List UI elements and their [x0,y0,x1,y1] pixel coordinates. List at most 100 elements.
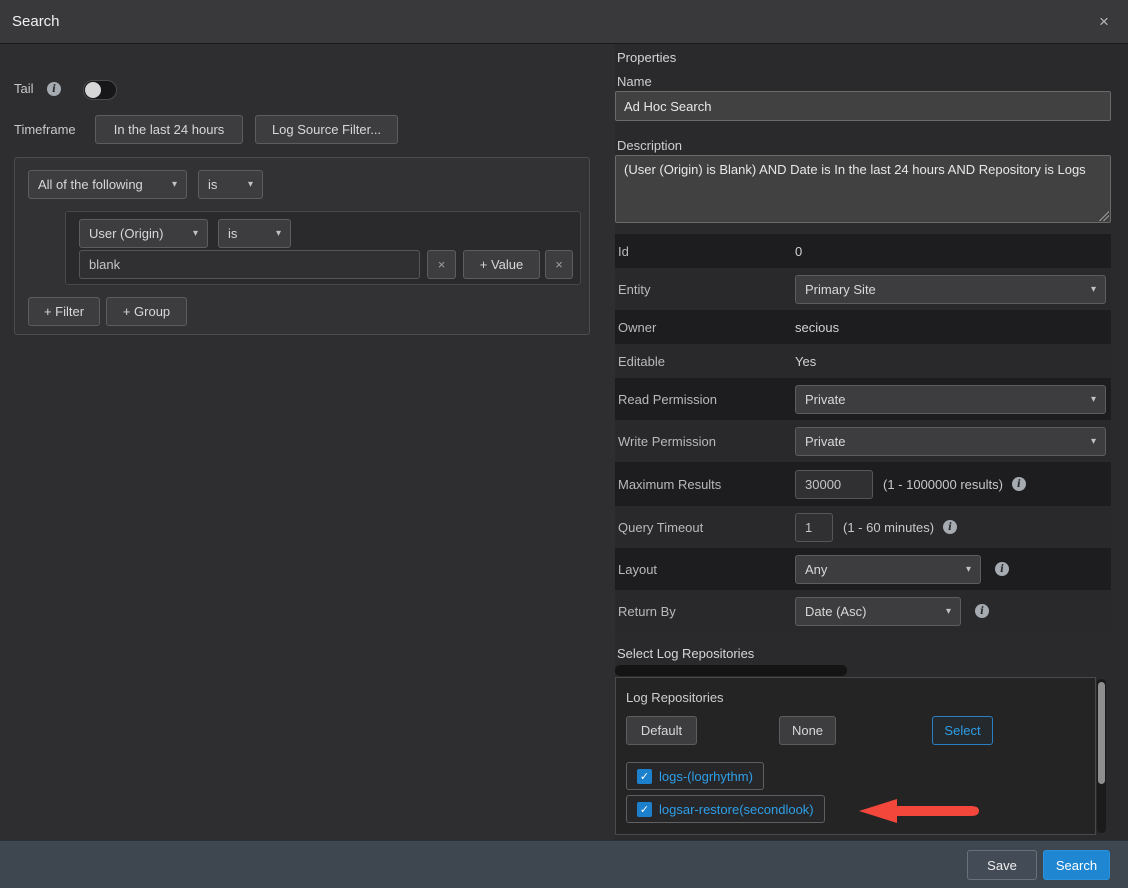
dialog-header: Search × [0,0,1128,44]
range-hint: (1 - 1000000 results) [883,477,1003,492]
property-row-write-permission: Write Permission Private ▾ [615,420,1111,462]
timeframe-button[interactable]: In the last 24 hours [95,115,243,144]
read-permission-dropdown[interactable]: Private ▾ [795,385,1106,414]
range-hint: (1 - 60 minutes) [843,520,934,535]
property-value: secious [795,320,839,335]
repository-item[interactable]: ✓ logs-(logrhythm) [626,762,764,790]
maximum-results-input[interactable] [795,470,873,499]
repository-item[interactable]: ✓ logsar-restore(secondlook) [626,795,825,823]
info-icon[interactable]: i [47,82,61,96]
info-icon[interactable]: i [1012,477,1026,491]
remove-value-button[interactable]: × [427,250,456,279]
property-row-maximum-results: Maximum Results (1 - 1000000 results) i [615,462,1111,506]
properties-panel: Properties Name Description (User (Origi… [615,44,1128,840]
dropdown-value: is [208,177,217,192]
select-button[interactable]: Select [932,716,993,745]
tail-toggle[interactable] [83,80,117,100]
filter-builder: All of the following ▾ is ▾ User (Origin… [14,157,590,335]
property-label: Layout [615,562,795,577]
property-rows: Id 0 Entity Primary Site ▾ Owner secious… [615,234,1111,632]
rule-operator-dropdown[interactable]: is ▾ [218,219,291,248]
property-label: Query Timeout [615,520,795,535]
group-condition-dropdown[interactable]: is ▾ [198,170,263,199]
scrollbar-thumb[interactable] [1098,682,1105,784]
tail-label: Tail [14,81,34,96]
rule-value-input[interactable] [79,250,420,279]
description-textarea[interactable]: (User (Origin) is Blank) AND Date is In … [615,155,1111,223]
property-value: 0 [795,244,802,259]
log-repositories-box: Log Repositories Default None Select ✓ l… [615,677,1096,835]
save-button[interactable]: Save [967,850,1037,880]
search-button[interactable]: Search [1043,850,1110,880]
property-label: Id [615,244,795,259]
property-label: Entity [615,282,795,297]
group-operator-dropdown[interactable]: All of the following ▾ [28,170,187,199]
close-icon[interactable]: × [1092,10,1116,34]
chevron-down-icon: ▾ [946,606,951,617]
dropdown-value: Primary Site [805,282,876,297]
select-log-repositories-heading: Select Log Repositories [617,646,754,661]
dropdown-value: User (Origin) [89,226,163,241]
property-label: Owner [615,320,795,335]
name-label: Name [617,74,652,89]
dialog-title: Search [12,13,60,30]
dropdown-value: Any [805,562,827,577]
repository-label: logsar-restore(secondlook) [659,802,814,817]
property-label: Maximum Results [615,477,795,492]
info-icon[interactable]: i [995,562,1009,576]
add-group-button[interactable]: + Group [106,297,187,326]
timeframe-label: Timeframe [14,122,76,137]
property-label: Write Permission [615,434,795,449]
annotation-arrow [859,798,981,824]
toggle-knob-icon [85,82,101,98]
query-timeout-input[interactable] [795,513,833,542]
property-label: Return By [615,604,795,619]
property-row-editable: Editable Yes [615,344,1111,378]
add-value-button[interactable]: + Value [463,250,540,279]
property-row-owner: Owner secious [615,310,1111,344]
remove-filter-button[interactable]: × [545,250,573,279]
property-value: Yes [795,354,816,369]
log-source-filter-button[interactable]: Log Source Filter... [255,115,398,144]
checkbox-checked-icon[interactable]: ✓ [637,802,652,817]
checkbox-checked-icon[interactable]: ✓ [637,769,652,784]
name-input[interactable] [615,91,1111,121]
dropdown-value: All of the following [38,177,143,192]
property-row-layout: Layout Any ▾ i [615,548,1111,590]
properties-heading: Properties [617,50,676,65]
chevron-down-icon: ▾ [966,564,971,575]
property-label: Read Permission [615,392,795,407]
layout-dropdown[interactable]: Any ▾ [795,555,981,584]
filter-rule-group: User (Origin) ▾ is ▾ × + Value × [65,211,581,285]
log-repositories-title: Log Repositories [626,690,724,705]
search-dialog: Search × Tail i Timeframe In the last 24… [0,0,1128,888]
entity-dropdown[interactable]: Primary Site ▾ [795,275,1106,304]
write-permission-dropdown[interactable]: Private ▾ [795,427,1106,456]
chevron-down-icon: ▾ [276,228,281,239]
dropdown-value: is [228,226,237,241]
none-button[interactable]: None [779,716,836,745]
horizontal-scrollbar[interactable] [615,665,847,676]
dialog-footer: Save Search [0,840,1128,888]
property-label: Editable [615,354,795,369]
chevron-down-icon: ▾ [1091,394,1096,405]
info-icon[interactable]: i [943,520,957,534]
chevron-down-icon: ▾ [248,179,253,190]
chevron-down-icon: ▾ [1091,284,1096,295]
description-label: Description [617,138,682,153]
default-button[interactable]: Default [626,716,697,745]
resize-handle-icon[interactable] [1099,211,1109,221]
add-filter-button[interactable]: + Filter [28,297,100,326]
chevron-down-icon: ▾ [193,228,198,239]
rule-field-dropdown[interactable]: User (Origin) ▾ [79,219,208,248]
property-row-return-by: Return By Date (Asc) ▾ i [615,590,1111,632]
dropdown-value: Date (Asc) [805,604,866,619]
chevron-down-icon: ▾ [1091,436,1096,447]
vertical-scrollbar[interactable] [1097,679,1106,833]
info-icon[interactable]: i [975,604,989,618]
search-criteria-panel: Tail i Timeframe In the last 24 hours Lo… [0,44,615,840]
dropdown-value: Private [805,434,845,449]
return-by-dropdown[interactable]: Date (Asc) ▾ [795,597,961,626]
repository-label: logs-(logrhythm) [659,769,753,784]
dropdown-value: Private [805,392,845,407]
